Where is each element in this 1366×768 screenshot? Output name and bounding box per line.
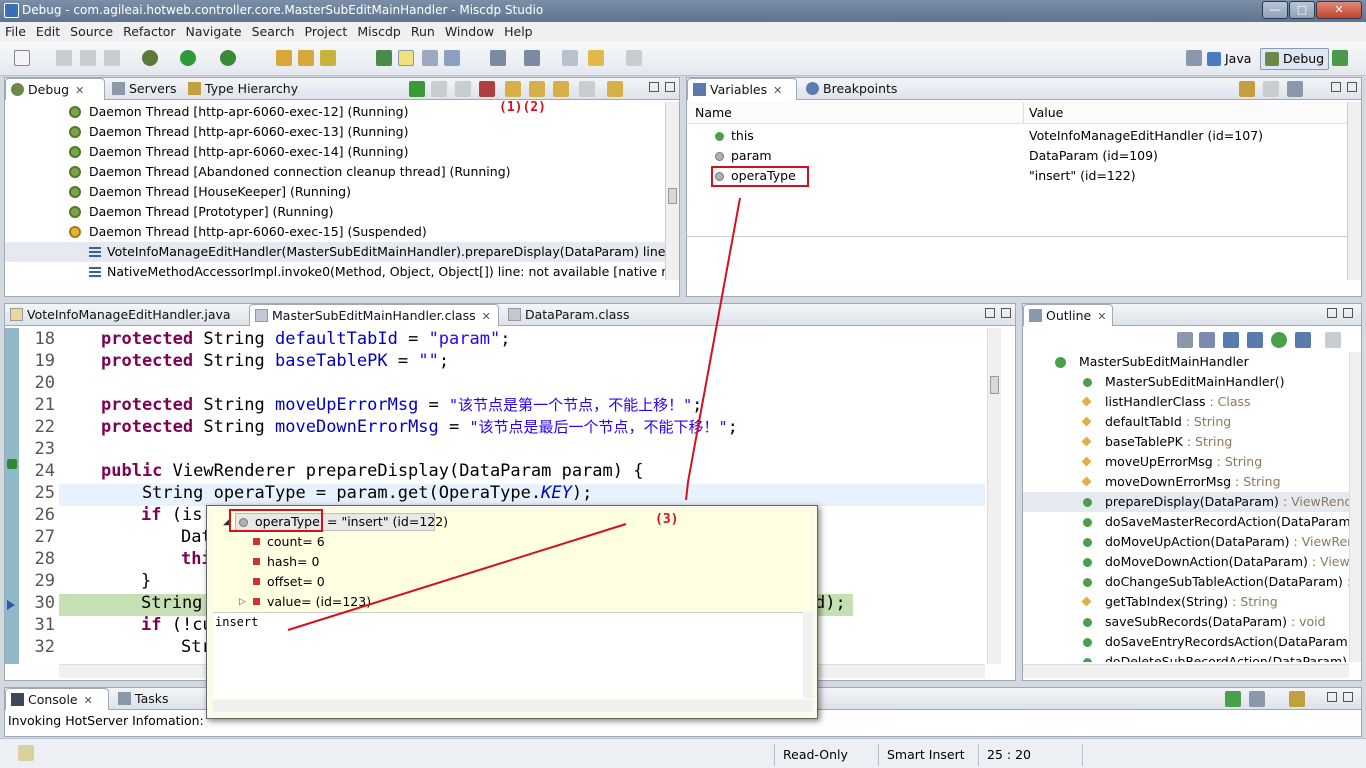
annotation-lines (287, 197, 741, 631)
annotation-line (287, 523, 627, 631)
annotation-line (687, 197, 741, 483)
annotation-line (685, 481, 689, 501)
